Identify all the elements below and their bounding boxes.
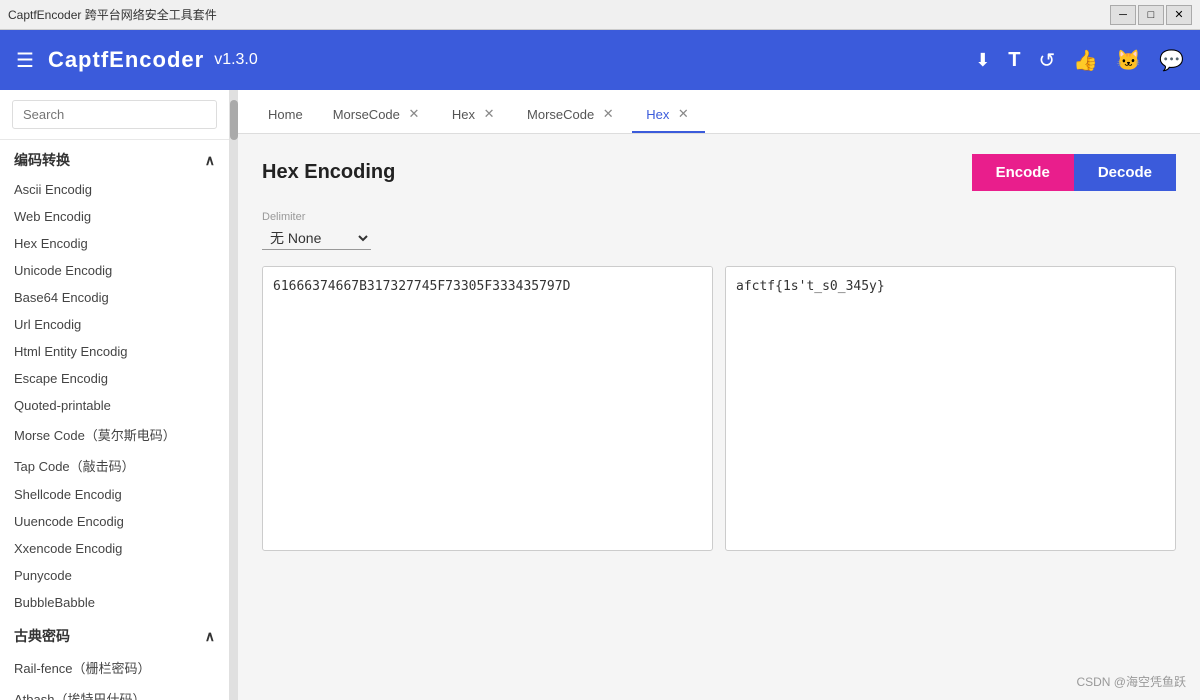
delimiter-row: Delimiter 无 None 空格 Space 逗号 Comma bbox=[262, 211, 1176, 250]
app-version: v1.3.0 bbox=[214, 51, 258, 69]
encode-decode-buttons: Encode Decode bbox=[972, 154, 1176, 191]
sidebar-item-unicode[interactable]: Unicode Encodig bbox=[0, 257, 229, 284]
cat-icon[interactable]: 🐱 bbox=[1116, 48, 1141, 73]
tab-morsecode-2-label: MorseCode bbox=[527, 107, 594, 122]
tab-hex-2-label: Hex bbox=[646, 107, 669, 122]
delimiter-select-wrapper: 无 None 空格 Space 逗号 Comma bbox=[262, 227, 1176, 250]
tab-morsecode-1-label: MorseCode bbox=[333, 107, 400, 122]
watermark: CSDN @海空凭鱼跃 bbox=[1076, 673, 1186, 690]
sidebar-item-bubblebabble[interactable]: BubbleBabble bbox=[0, 589, 229, 616]
tab-home-label: Home bbox=[268, 107, 303, 122]
app: ☰ CaptfEncoder v1.3.0 ⬇ T ↺ 👍 🐱 💬 编码转换 ∧ bbox=[0, 30, 1200, 700]
sidebar-item-hex[interactable]: Hex Encodig bbox=[0, 230, 229, 257]
sidebar-item-web[interactable]: Web Encodig bbox=[0, 203, 229, 230]
title-bar-text: CaptfEncoder 跨平台网络安全工具套件 bbox=[8, 6, 1110, 23]
delimiter-select[interactable]: 无 None 空格 Space 逗号 Comma bbox=[262, 227, 371, 250]
chat-icon[interactable]: 💬 bbox=[1159, 48, 1184, 73]
tab-morsecode-1[interactable]: MorseCode ✕ bbox=[319, 97, 436, 133]
input-textarea[interactable] bbox=[263, 267, 712, 547]
page-header: Hex Encoding Encode Decode bbox=[262, 154, 1176, 191]
sidebar-item-html-entity[interactable]: Html Entity Encodig bbox=[0, 338, 229, 365]
sidebar-item-railfence[interactable]: Rail-fence（栅栏密码） bbox=[0, 652, 229, 683]
sidebar-item-base64[interactable]: Base64 Encodig bbox=[0, 284, 229, 311]
decode-button[interactable]: Decode bbox=[1074, 154, 1176, 191]
sidebar-item-tap[interactable]: Tap Code（敲击码） bbox=[0, 450, 229, 481]
hamburger-icon[interactable]: ☰ bbox=[16, 48, 34, 73]
tab-hex-1[interactable]: Hex ✕ bbox=[438, 97, 511, 133]
section-header-classical[interactable]: 古典密码 ∧ bbox=[0, 616, 229, 652]
download-icon[interactable]: ⬇ bbox=[975, 50, 990, 71]
tab-hex-1-close[interactable]: ✕ bbox=[481, 106, 497, 122]
encode-button[interactable]: Encode bbox=[972, 154, 1074, 191]
sidebar-scrollbar[interactable] bbox=[230, 90, 238, 700]
font-icon[interactable]: T bbox=[1008, 49, 1020, 72]
sidebar-item-uuencode[interactable]: Uuencode Encodig bbox=[0, 508, 229, 535]
tab-hex-2[interactable]: Hex ✕ bbox=[632, 97, 705, 133]
sidebar-item-xxencode[interactable]: Xxencode Encodig bbox=[0, 535, 229, 562]
textareas-row bbox=[262, 266, 1176, 551]
page-title: Hex Encoding bbox=[262, 161, 395, 184]
sidebar-item-quoted-printable[interactable]: Quoted-printable bbox=[0, 392, 229, 419]
sidebar-item-url[interactable]: Url Encodig bbox=[0, 311, 229, 338]
header: ☰ CaptfEncoder v1.3.0 ⬇ T ↺ 👍 🐱 💬 bbox=[0, 30, 1200, 90]
tab-morsecode-1-close[interactable]: ✕ bbox=[406, 106, 422, 122]
sidebar-item-shellcode[interactable]: Shellcode Encodig bbox=[0, 481, 229, 508]
sidebar-item-punycode[interactable]: Punycode bbox=[0, 562, 229, 589]
search-box bbox=[0, 90, 229, 140]
maximize-button[interactable]: □ bbox=[1138, 5, 1164, 25]
app-title: CaptfEncoder bbox=[48, 47, 204, 73]
tab-home[interactable]: Home bbox=[254, 97, 317, 133]
output-textarea[interactable] bbox=[726, 267, 1175, 547]
tab-hex-1-label: Hex bbox=[452, 107, 475, 122]
section-title-encoding: 编码转换 bbox=[14, 150, 70, 170]
section-collapse-classical[interactable]: ∧ bbox=[205, 628, 215, 645]
refresh-icon[interactable]: ↺ bbox=[1039, 48, 1056, 73]
scrollbar-thumb[interactable] bbox=[230, 100, 238, 140]
sidebar-scroll: 编码转换 ∧ Ascii Encodig Web Encodig Hex Enc… bbox=[0, 140, 229, 700]
sidebar-item-atbash[interactable]: Atbash（埃特巴什码） bbox=[0, 683, 229, 700]
section-collapse-encoding[interactable]: ∧ bbox=[205, 152, 215, 169]
section-title-classical: 古典密码 bbox=[14, 626, 70, 646]
output-textarea-box bbox=[725, 266, 1176, 551]
title-bar: CaptfEncoder 跨平台网络安全工具套件 ─ □ ✕ bbox=[0, 0, 1200, 30]
search-input[interactable] bbox=[12, 100, 217, 129]
header-icons: ⬇ T ↺ 👍 🐱 💬 bbox=[975, 48, 1184, 73]
tab-hex-2-close[interactable]: ✕ bbox=[675, 106, 691, 122]
tab-morsecode-2-close[interactable]: ✕ bbox=[600, 106, 616, 122]
content-area: Home MorseCode ✕ Hex ✕ MorseCode ✕ Hex ✕ bbox=[238, 90, 1200, 700]
section-header-encoding[interactable]: 编码转换 ∧ bbox=[0, 140, 229, 176]
sidebar: 编码转换 ∧ Ascii Encodig Web Encodig Hex Enc… bbox=[0, 90, 230, 700]
input-textarea-box bbox=[262, 266, 713, 551]
tabs-bar: Home MorseCode ✕ Hex ✕ MorseCode ✕ Hex ✕ bbox=[238, 90, 1200, 134]
sidebar-item-escape[interactable]: Escape Encodig bbox=[0, 365, 229, 392]
sidebar-item-ascii[interactable]: Ascii Encodig bbox=[0, 176, 229, 203]
title-bar-controls: ─ □ ✕ bbox=[1110, 5, 1192, 25]
minimize-button[interactable]: ─ bbox=[1110, 5, 1136, 25]
tab-morsecode-2[interactable]: MorseCode ✕ bbox=[513, 97, 630, 133]
like-icon[interactable]: 👍 bbox=[1073, 48, 1098, 73]
page-content: Hex Encoding Encode Decode Delimiter 无 N… bbox=[238, 134, 1200, 700]
main-layout: 编码转换 ∧ Ascii Encodig Web Encodig Hex Enc… bbox=[0, 90, 1200, 700]
close-button[interactable]: ✕ bbox=[1166, 5, 1192, 25]
sidebar-item-morse[interactable]: Morse Code（莫尔斯电码） bbox=[0, 419, 229, 450]
delimiter-label: Delimiter bbox=[262, 211, 1176, 223]
